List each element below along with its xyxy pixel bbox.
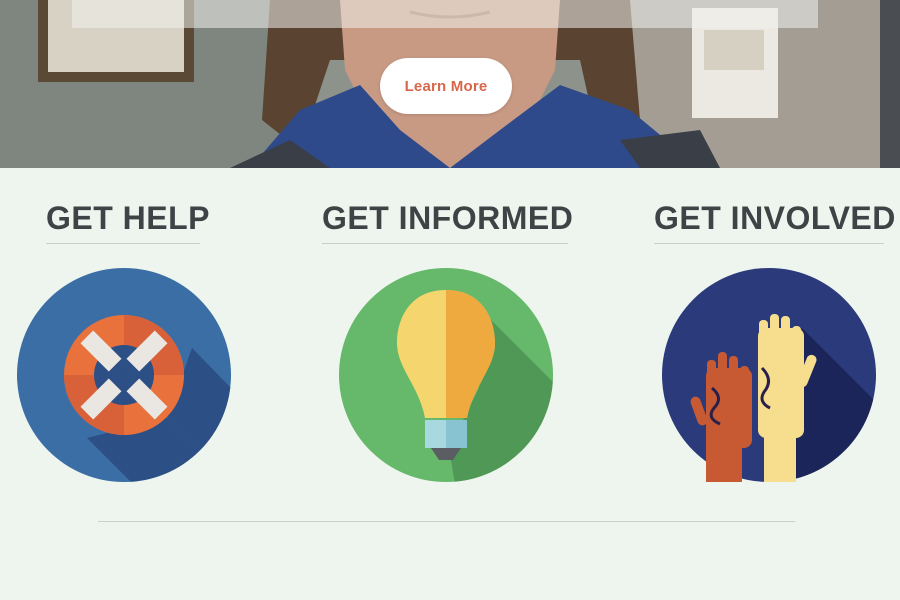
hero-caption-bar	[72, 0, 818, 28]
section-get-help: GET HELP	[46, 200, 210, 244]
section-title-get-involved[interactable]: GET INVOLVED	[654, 200, 895, 244]
section-get-informed: GET INFORMED	[322, 200, 573, 244]
raised-hands-icon[interactable]	[662, 268, 876, 482]
life-ring-icon[interactable]	[17, 268, 231, 482]
hero-banner: Learn More	[0, 0, 900, 168]
lightbulb-icon[interactable]	[339, 268, 553, 482]
section-divider	[98, 521, 795, 522]
section-title-get-informed[interactable]: GET INFORMED	[322, 200, 573, 244]
learn-more-button[interactable]: Learn More	[380, 58, 512, 114]
section-title-get-help[interactable]: GET HELP	[46, 200, 210, 244]
section-get-involved: GET INVOLVED	[654, 200, 895, 244]
